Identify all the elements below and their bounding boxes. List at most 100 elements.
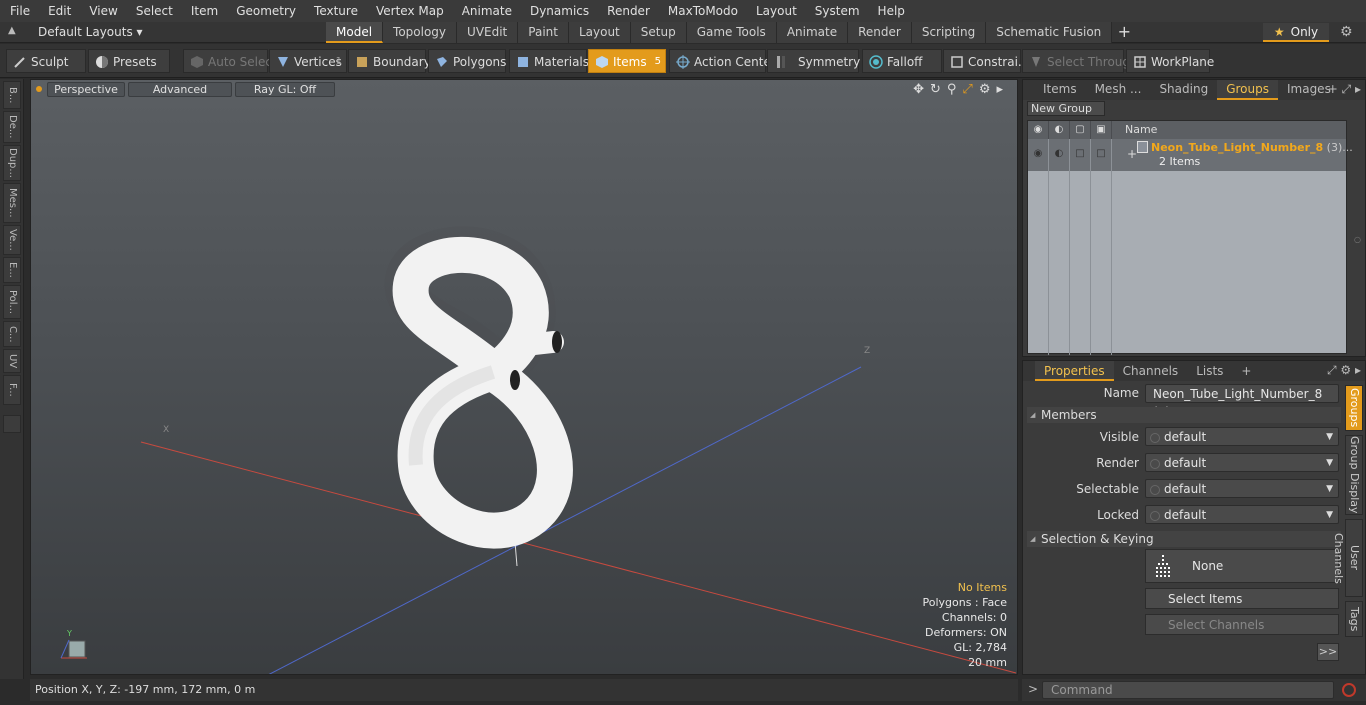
collapse-up-icon[interactable]: ▲ [8, 25, 22, 39]
lock-cube-icon[interactable]: ▣ [1091, 121, 1112, 139]
materials-button[interactable]: Materials [509, 49, 589, 73]
vtab-group-display[interactable]: Group Display [1345, 435, 1363, 515]
tab-uvedit[interactable]: UVEdit [457, 22, 519, 43]
menu-item[interactable]: Item [181, 0, 226, 22]
tab-model[interactable]: Model [326, 22, 384, 43]
tab-groups[interactable]: Groups [1217, 80, 1278, 100]
menu-file[interactable]: File [0, 0, 38, 22]
left-tab-polygon[interactable]: Pol... [3, 285, 21, 319]
command-input[interactable]: Command [1042, 681, 1334, 699]
group-name-field[interactable]: Neon_Tube_Light_Number_8 (3) [1145, 384, 1339, 419]
tab-lists[interactable]: Lists [1187, 361, 1232, 381]
render-dropdown[interactable]: default ▼ [1145, 453, 1339, 472]
props-expand-icon[interactable]: ⤢ ⚙ ▸ [1327, 363, 1361, 378]
auto-select-button[interactable]: Auto Select [183, 49, 277, 73]
raygl-button[interactable]: Ray GL: Off [235, 82, 335, 97]
viewport-menu-dot-icon[interactable] [36, 86, 42, 92]
select-items-button[interactable]: Select Items [1145, 588, 1339, 609]
fit-view-icon[interactable]: ⤢ [962, 82, 972, 97]
tab-schematic-fusion[interactable]: Schematic Fusion [986, 22, 1113, 43]
advanced-button[interactable]: Advanced [128, 82, 232, 97]
render-icon[interactable]: ◐ [1049, 121, 1070, 139]
only-toggle[interactable]: ★ Only [1263, 23, 1329, 42]
vertices-button[interactable]: Vertices 1 [269, 49, 347, 73]
left-tab-extra[interactable] [3, 415, 21, 433]
viewport-expand-icon[interactable]: ▸ [996, 82, 1003, 97]
sculpt-button[interactable]: Sculpt [6, 49, 86, 73]
left-tab-edge[interactable]: E... [3, 257, 21, 283]
move-view-icon[interactable]: ✥ [913, 82, 924, 97]
presets-button[interactable]: Presets [88, 49, 170, 73]
select-channels-button[interactable]: Select Channels [1145, 614, 1339, 635]
scroll-handle-icon[interactable]: ○ [1354, 235, 1361, 244]
menu-geometry[interactable]: Geometry [226, 0, 304, 22]
tab-channels[interactable]: Channels [1114, 361, 1188, 381]
tab-items[interactable]: Items [1023, 80, 1086, 100]
action-center-button[interactable]: Action Center [669, 49, 776, 73]
add-tab-button[interactable]: + [1112, 22, 1136, 43]
row-eye-icon[interactable]: ◉ [1028, 139, 1049, 171]
menu-system[interactable]: System [805, 0, 868, 22]
vtab-tags[interactable]: Tags [1345, 601, 1363, 637]
items-button[interactable]: Items 5 [588, 49, 666, 73]
constraints-button[interactable]: Constrai... [943, 49, 1029, 73]
selection-keying-section[interactable]: Selection & Keying [1027, 531, 1341, 547]
zoom-view-icon[interactable]: ⚲ [947, 82, 957, 97]
3d-viewport[interactable]: Z X Y Perspective Advanced Ray GL: Off ✥… [30, 79, 1018, 675]
more-button[interactable]: >> [1317, 643, 1339, 661]
left-tab-basic[interactable]: B... [3, 81, 21, 109]
row-render-icon[interactable]: ◐ [1049, 139, 1070, 171]
members-section[interactable]: Members [1027, 407, 1341, 423]
menu-edit[interactable]: Edit [38, 0, 79, 22]
select-cube-icon[interactable]: ▢ [1070, 121, 1091, 139]
visible-dropdown[interactable]: default ▼ [1145, 427, 1339, 446]
row-lock-checkbox[interactable]: □ [1091, 139, 1112, 171]
tab-setup[interactable]: Setup [630, 22, 687, 43]
menu-layout[interactable]: Layout [746, 0, 805, 22]
menu-view[interactable]: View [79, 0, 125, 22]
menu-texture[interactable]: Texture [304, 0, 366, 22]
add-props-tab-button[interactable]: + [1232, 361, 1260, 381]
menu-select[interactable]: Select [126, 0, 181, 22]
row-select-checkbox[interactable]: □ [1070, 139, 1091, 171]
select-through-button[interactable]: Select Through [1022, 49, 1138, 73]
polygons-button[interactable]: Polygons [428, 49, 506, 73]
rotate-view-icon[interactable]: ↻ [930, 82, 941, 97]
workplane-button[interactable]: WorkPlane [1126, 49, 1214, 73]
left-tab-mesh[interactable]: Mes... [3, 183, 21, 223]
left-tab-vertex[interactable]: Ve... [3, 225, 21, 255]
tab-paint[interactable]: Paint [518, 22, 569, 43]
tab-topology[interactable]: Topology [383, 22, 458, 43]
menu-help[interactable]: Help [868, 0, 913, 22]
keying-none-button[interactable]: None [1145, 549, 1339, 583]
perspective-button[interactable]: Perspective [47, 82, 125, 97]
left-tab-deform[interactable]: De... [3, 111, 21, 143]
menu-dynamics[interactable]: Dynamics [520, 0, 597, 22]
tab-scripting[interactable]: Scripting [911, 22, 987, 43]
group-row[interactable]: ◉ ◐ □ □ + Neon_Tube_Light_Number_8 (3)..… [1028, 139, 1353, 171]
record-macro-icon[interactable] [1342, 683, 1356, 697]
tab-render[interactable]: Render [848, 22, 912, 43]
tab-layout[interactable]: Layout [568, 22, 631, 43]
boundary-button[interactable]: Boundary [348, 49, 431, 73]
tab-shading[interactable]: Shading [1150, 80, 1217, 100]
locked-dropdown[interactable]: default ▼ [1145, 505, 1339, 524]
falloff-button[interactable]: Falloff [862, 49, 942, 73]
visibility-eye-icon[interactable]: ◉ [1028, 121, 1049, 139]
left-tab-duplicate[interactable]: Dup... [3, 145, 21, 181]
tab-animate[interactable]: Animate [776, 22, 849, 43]
gear-icon[interactable]: ⚙ [1340, 24, 1353, 40]
tab-properties[interactable]: Properties [1035, 361, 1114, 381]
tab-mesh[interactable]: Mesh ... [1086, 80, 1151, 100]
menu-vertex-map[interactable]: Vertex Map [366, 0, 452, 22]
symmetry-button[interactable]: Symmetry [767, 49, 860, 73]
new-group-button[interactable]: New Group [1027, 101, 1105, 116]
left-tab-uv[interactable]: UV [3, 349, 21, 373]
vtab-groups[interactable]: Groups [1345, 385, 1363, 431]
selectable-dropdown[interactable]: default ▼ [1145, 479, 1339, 498]
panel-expand-icon[interactable]: + ⤢ ▸ [1328, 82, 1361, 97]
left-tab-curve[interactable]: C... [3, 321, 21, 347]
vtab-user-channels[interactable]: User Channels [1332, 519, 1363, 597]
left-tab-fusion[interactable]: F... [3, 375, 21, 405]
menu-maxtomodo[interactable]: MaxToModo [658, 0, 746, 22]
